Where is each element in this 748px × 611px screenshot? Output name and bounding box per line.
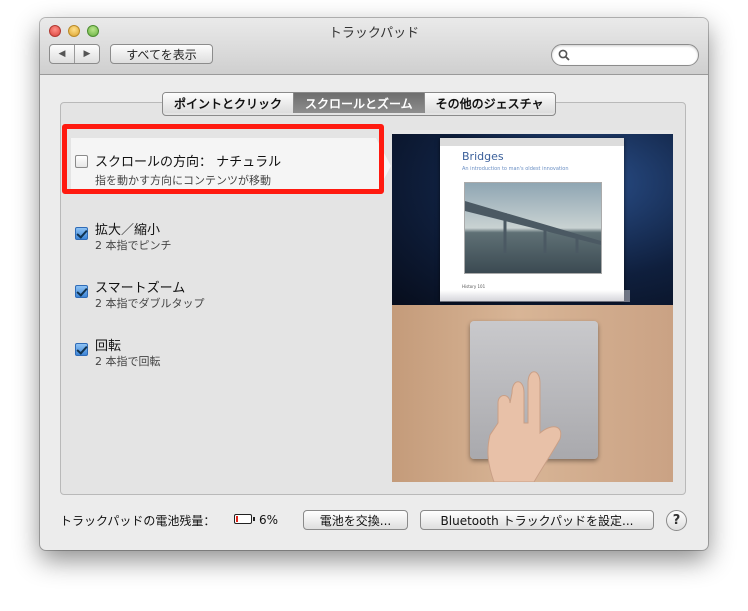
- gesture-preview-video: Bridges An introduction to man's oldest …: [392, 130, 673, 482]
- preview-desk: [392, 305, 673, 482]
- tab-point-and-click[interactable]: ポイントとクリック: [163, 93, 295, 113]
- preview-menu-bar: [392, 130, 673, 134]
- preview-doc-toolbar: [440, 138, 624, 146]
- tab-bar: ポイントとクリック スクロールとズーム その他のジェスチャ: [162, 92, 556, 116]
- battery-fill: [236, 516, 238, 522]
- setup-bluetooth-trackpad-button[interactable]: Bluetooth トラックパッドを設定...: [420, 510, 654, 530]
- battery-level-label: トラックパッドの電池残量：: [60, 514, 216, 528]
- tab-scroll-and-zoom[interactable]: スクロールとズーム: [294, 93, 425, 113]
- preview-doc-subtitle: An introduction to man's oldest innovati…: [462, 166, 569, 172]
- option-subtitle: 2 本指でダブルタップ: [95, 297, 205, 310]
- battery-percent: 6%: [259, 513, 279, 527]
- annotation-highlight-box: [62, 124, 384, 194]
- forward-arrow-icon[interactable]: ▶: [75, 45, 99, 63]
- trackpad-preferences-window: トラックパッド ◀ ▶ すべてを表示 ポイントとクリック スクロールとズーム そ…: [40, 18, 708, 550]
- preview-dock: [440, 290, 630, 302]
- replace-battery-button[interactable]: 電池を交換...: [303, 510, 408, 530]
- zoom-checkbox[interactable]: [75, 227, 88, 240]
- battery-icon: [234, 514, 255, 524]
- option-title: スマートズーム: [95, 281, 186, 296]
- title-bar: トラックパッド ◀ ▶ すべてを表示: [40, 18, 708, 75]
- smart-zoom-checkbox[interactable]: [75, 285, 88, 298]
- back-arrow-icon[interactable]: ◀: [50, 45, 75, 63]
- window-title: トラックパッド: [328, 26, 420, 41]
- option-subtitle: 2 本指で回転: [95, 355, 161, 368]
- option-smart-zoom[interactable]: スマートズーム 2 本指でダブルタップ: [71, 260, 391, 310]
- option-zoom[interactable]: 拡大／縮小 2 本指でピンチ: [71, 202, 391, 252]
- option-subtitle: 2 本指でピンチ: [95, 239, 172, 252]
- option-rotate[interactable]: 回転 2 本指で回転: [71, 318, 391, 368]
- preview-doc-footer: History 101: [462, 284, 486, 289]
- option-title: 拡大／縮小: [95, 223, 161, 238]
- show-all-button[interactable]: すべてを表示: [110, 44, 213, 64]
- rotate-checkbox[interactable]: [75, 343, 88, 356]
- option-title: 回転: [95, 339, 122, 354]
- hand-icon: [487, 371, 562, 482]
- help-button[interactable]: ?: [666, 510, 687, 531]
- preview-doc-title: Bridges: [462, 150, 504, 163]
- search-field[interactable]: [551, 44, 699, 66]
- tab-more-gestures[interactable]: その他のジェスチャ: [424, 93, 555, 113]
- back-forward-control: ◀ ▶: [49, 44, 100, 64]
- bridge-photo: [464, 182, 602, 274]
- preview-screen: Bridges An introduction to man's oldest …: [392, 130, 673, 305]
- search-icon: [558, 49, 570, 61]
- preview-document: Bridges An introduction to man's oldest …: [440, 138, 624, 301]
